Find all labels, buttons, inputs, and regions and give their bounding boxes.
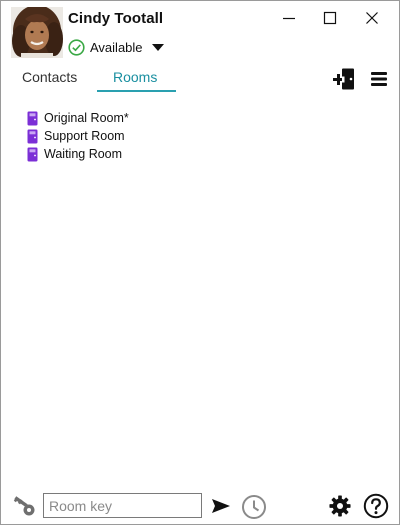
add-room-icon	[333, 68, 354, 90]
key-icon	[13, 496, 35, 516]
room-list: Original Room* Support Room Waiting Room	[27, 109, 129, 163]
room-label: Original Room*	[44, 111, 129, 125]
hamburger-menu-icon	[371, 72, 387, 86]
avatar-image	[11, 7, 63, 58]
maximize-button[interactable]	[319, 7, 341, 29]
chevron-down-icon	[151, 43, 164, 51]
send-button[interactable]	[210, 496, 232, 516]
app-window: Cindy Tootall Available Contacts Rooms O…	[0, 0, 400, 525]
tab-contacts[interactable]: Contacts	[22, 69, 77, 85]
menu-button[interactable]	[367, 67, 391, 91]
room-door-icon	[27, 111, 38, 125]
maximize-icon	[323, 11, 337, 25]
available-check-icon	[68, 38, 85, 56]
room-door-icon	[27, 129, 38, 143]
room-item-original-room[interactable]: Original Room*	[27, 109, 129, 127]
gear-icon[interactable]	[329, 495, 351, 517]
avatar[interactable]	[11, 7, 63, 58]
help-icon[interactable]	[363, 493, 389, 519]
tab-rooms[interactable]: Rooms	[113, 69, 157, 85]
status-label: Available	[90, 39, 143, 55]
add-room-button[interactable]	[332, 67, 356, 91]
minimize-button[interactable]	[278, 7, 300, 29]
history-clock-icon[interactable]	[241, 494, 267, 520]
minimize-icon	[283, 17, 295, 20]
active-tab-indicator	[97, 90, 176, 92]
close-icon	[366, 12, 378, 24]
status-selector[interactable]: Available	[68, 37, 164, 57]
room-label: Support Room	[44, 129, 125, 143]
room-door-icon	[27, 147, 38, 161]
user-name: Cindy Tootall	[68, 10, 164, 27]
room-item-waiting-room[interactable]: Waiting Room	[27, 145, 129, 163]
close-button[interactable]	[361, 7, 383, 29]
room-item-support-room[interactable]: Support Room	[27, 127, 129, 145]
room-label: Waiting Room	[44, 147, 123, 161]
room-key-input[interactable]	[43, 493, 202, 518]
